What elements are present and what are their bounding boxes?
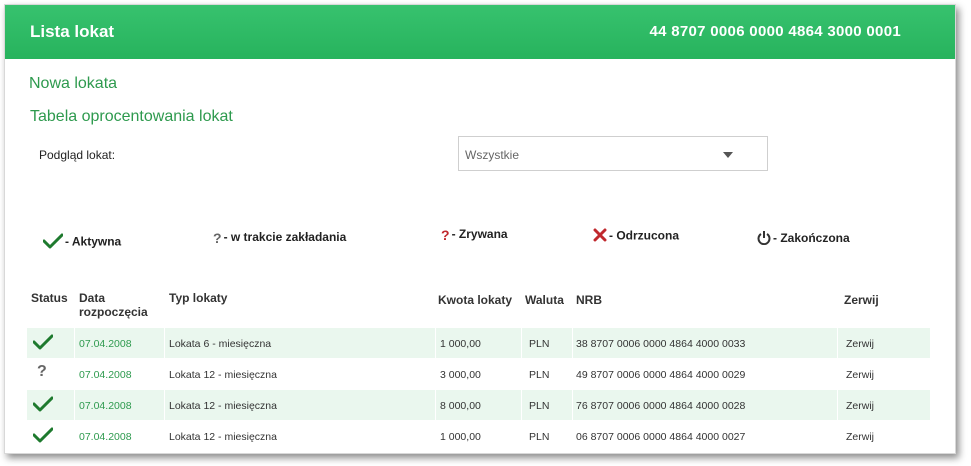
row-currency: PLN (529, 400, 550, 412)
row-currency: PLN (529, 369, 550, 381)
check-icon (32, 396, 54, 417)
legend-pending: ? - w trakcie zakładania (213, 230, 346, 246)
chevron-down-icon (723, 152, 733, 158)
col-header-date: Data rozpoczęcia (79, 291, 148, 319)
row-type: Lokata 6 - miesięczna (169, 338, 272, 350)
row-date-link[interactable]: 07.04.2008 (79, 369, 132, 381)
table-row: ? 07.04.2008 Lokata 12 - miesięczna 3 00… (27, 359, 930, 389)
row-nrb: 06 8707 0006 0000 4864 4000 0027 (576, 431, 746, 443)
legend-breaking: ? - Zrywana (441, 227, 508, 243)
filter-selected-value: Wszystkie (465, 148, 519, 162)
row-amount: 1 000,00 (440, 431, 481, 443)
question-gray-icon: ? (213, 230, 222, 246)
row-nrb: 38 8707 0006 0000 4864 4000 0033 (576, 338, 746, 350)
x-icon (593, 228, 607, 245)
col-header-date-line1: Data (79, 291, 106, 305)
legend-rejected-label: - Odrzucona (609, 228, 680, 243)
row-currency: PLN (529, 431, 550, 443)
col-header-status: Status (31, 291, 68, 305)
break-deposit-link[interactable]: Zerwij (846, 369, 874, 381)
row-type: Lokata 12 - miesięczna (169, 431, 277, 443)
row-type: Lokata 12 - miesięczna (169, 400, 277, 412)
row-date-link[interactable]: 07.04.2008 (79, 338, 132, 350)
row-type: Lokata 12 - miesięczna (169, 369, 277, 381)
legend-ended: - Zakończona (757, 230, 850, 248)
check-icon (32, 334, 54, 355)
row-date-link[interactable]: 07.04.2008 (79, 431, 132, 443)
deposit-filter-select[interactable]: Wszystkie (458, 136, 768, 171)
question-gray-icon: ? (37, 363, 47, 380)
new-deposit-link[interactable]: Nowa lokata (29, 75, 117, 93)
question-red-icon: ? (441, 227, 450, 243)
legend-active: - Aktywna (42, 233, 122, 252)
break-deposit-link[interactable]: Zerwij (846, 400, 874, 412)
page-title: Lista lokat (30, 22, 115, 41)
legend-breaking-label: - Zrywana (451, 227, 508, 242)
row-amount: 3 000,00 (440, 369, 481, 381)
row-date-link[interactable]: 07.04.2008 (79, 400, 132, 412)
col-header-nrb: NRB (576, 293, 602, 307)
legend-active-label: - Aktywna (65, 234, 122, 249)
table-row: 07.04.2008 Lokata 12 - miesięczna 8 000,… (27, 390, 930, 420)
check-icon (42, 233, 64, 252)
col-header-currency: Waluta (525, 293, 564, 307)
col-header-date-line2: rozpoczęcia (79, 305, 148, 319)
row-nrb: 49 8707 0006 0000 4864 4000 0029 (576, 369, 746, 381)
col-header-action: Zerwij (844, 293, 879, 307)
col-header-amount: Kwota lokaty (438, 293, 513, 307)
table-row: 07.04.2008 Lokata 12 - miesięczna 1 000,… (27, 421, 930, 451)
row-currency: PLN (529, 338, 550, 350)
account-number: 44 8707 0006 0000 4864 3000 0001 (649, 23, 901, 40)
col-header-type: Typ lokaty (169, 291, 228, 305)
rates-table-link[interactable]: Tabela oprocentowania lokat (30, 108, 233, 126)
legend-pending-label: - w trakcie zakładania (223, 230, 347, 245)
table-row: 07.04.2008 Lokata 6 - miesięczna 1 000,0… (27, 328, 930, 358)
filter-label: Podgląd lokat: (39, 148, 116, 162)
row-nrb: 76 8707 0006 0000 4864 4000 0028 (576, 400, 746, 412)
legend-rejected: - Odrzucona (593, 228, 679, 245)
check-icon (32, 427, 54, 448)
power-icon (757, 230, 771, 248)
row-amount: 8 000,00 (440, 400, 481, 412)
break-deposit-link[interactable]: Zerwij (846, 431, 874, 443)
panel-header: Lista lokat 44 8707 0006 0000 4864 3000 … (5, 5, 955, 59)
row-amount: 1 000,00 (440, 338, 481, 350)
deposit-list-panel: Lista lokat 44 8707 0006 0000 4864 3000 … (4, 4, 956, 454)
legend-ended-label: - Zakończona (773, 231, 850, 246)
break-deposit-link[interactable]: Zerwij (846, 338, 874, 350)
